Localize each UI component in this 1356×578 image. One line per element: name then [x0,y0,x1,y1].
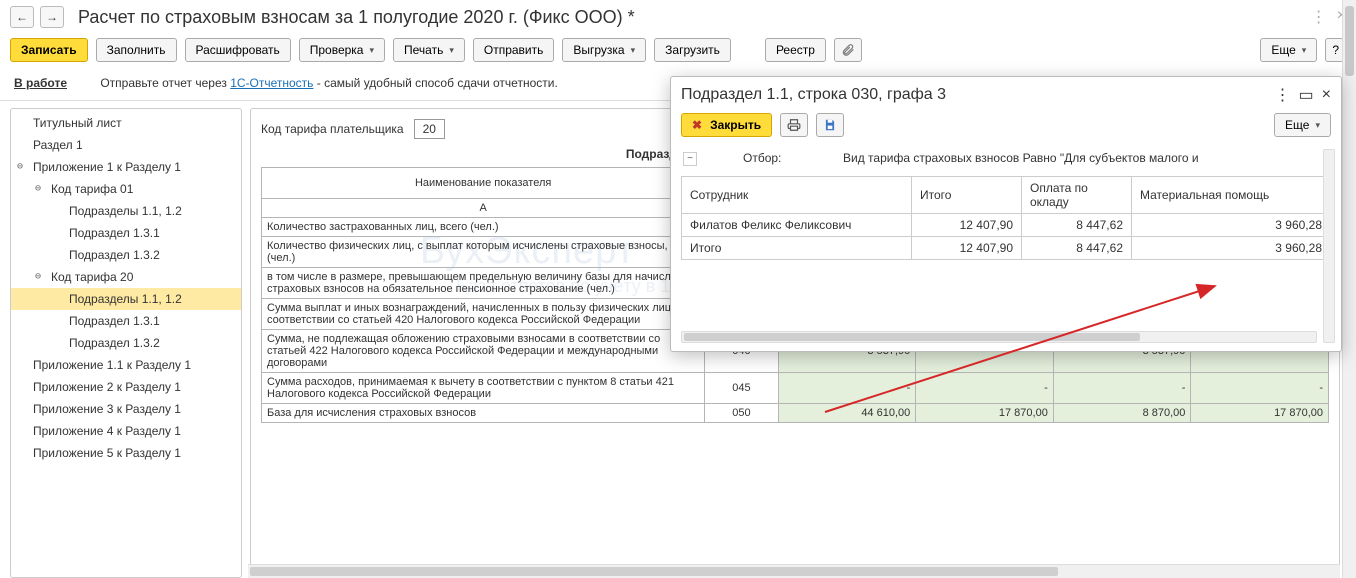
row-name: Количество застрахованных лиц, всего (че… [262,218,705,237]
tariff-label: Код тарифа плательщика [261,122,404,136]
detail-cell-emp: Итого [682,236,912,259]
tariff-code[interactable]: 20 [414,119,445,139]
popup-v-scrollbar[interactable] [1323,149,1335,343]
det-th-aid: Материальная помощь [1132,176,1331,213]
sidebar-item-12[interactable]: Приложение 2 к Разделу 1 [11,376,241,398]
info-text-after: - самый удобный способ сдачи отчетности. [313,76,557,90]
fill-button[interactable]: Заполнить [96,38,177,62]
import-button[interactable]: Загрузить [654,38,731,62]
det-th-total: Итого [912,176,1022,213]
page-scrollbar[interactable] [1342,0,1356,578]
row-value[interactable]: 17 870,00 [916,404,1054,423]
popup-max-icon[interactable]: ▭ [1299,85,1314,105]
nav-back-button[interactable]: ← [10,6,34,28]
sidebar-item-1[interactable]: Раздел 1 [11,134,241,156]
paperclip-icon [841,43,855,57]
row-code: 050 [705,404,778,423]
decode-button[interactable]: Расшифровать [185,38,291,62]
popup-print-button[interactable] [780,113,808,137]
row-name: База для исчисления страховых взносов [262,404,705,423]
registry-button[interactable]: Реестр [765,38,826,62]
sidebar-item-6[interactable]: Подраздел 1.3.2 [11,244,241,266]
row-value[interactable]: - [1191,373,1329,404]
detail-cell-emp: Филатов Феликс Феликсович [682,213,912,236]
detail-popup: Подраздел 1.1, строка 030, графа 3 ⋮ ▭ ×… [670,76,1342,352]
row-name: Количество физических лиц, с выплат кото… [262,237,705,268]
sidebar-item-13[interactable]: Приложение 3 к Разделу 1 [11,398,241,420]
sidebar-item-11[interactable]: Приложение 1.1 к Разделу 1 [11,354,241,376]
row-value[interactable]: 44 610,00 [778,404,916,423]
diskette-icon [823,118,837,132]
content-h-scrollbar[interactable] [248,564,1340,578]
row-code: 045 [705,373,778,404]
row-value[interactable]: - [1053,373,1191,404]
detail-row: Филатов Феликс Феликсович12 407,908 447,… [682,213,1331,236]
popup-save-button[interactable] [816,113,844,137]
sidebar-item-0[interactable]: Титульный лист [11,112,241,134]
sidebar-item-3[interactable]: Код тарифа 01 [11,178,241,200]
detail-table: Сотрудник Итого Оплата по окладу Материа… [681,176,1331,260]
det-th-emp: Сотрудник [682,176,912,213]
detail-cell-aid: 3 960,28 [1132,213,1331,236]
popup-title: Подраздел 1.1, строка 030, графа 3 [681,86,1267,104]
row-value[interactable]: - [916,373,1054,404]
row-name: Сумма расходов, принимаемая к вычету в с… [262,373,705,404]
detail-cell-total: 12 407,90 [912,213,1022,236]
filter-text: Вид тарифа страховых взносов Равно "Для … [843,151,1199,165]
info-text-before: Отправьте отчет через [100,76,230,90]
status-label[interactable]: В работе [14,76,67,90]
table-row: База для исчисления страховых взносов050… [262,404,1329,423]
send-button[interactable]: Отправить [473,38,555,62]
sidebar-item-5[interactable]: Подраздел 1.3.1 [11,222,241,244]
row-name: Сумма выплат и иных вознаграждений, начи… [262,299,705,330]
sidebar-item-7[interactable]: Код тарифа 20 [11,266,241,288]
th-sub-a: А [262,199,705,218]
th-name: Наименование показателя [262,168,705,199]
popup-menu-icon[interactable]: ⋮ [1275,85,1291,105]
popup-close-icon[interactable]: × [1322,86,1331,104]
table-row: Сумма расходов, принимаемая к вычету в с… [262,373,1329,404]
row-value[interactable]: - [778,373,916,404]
info-link[interactable]: 1С-Отчетность [230,76,313,90]
popup-close-button[interactable]: ✖Закрыть [681,113,772,137]
toolbar: Записать Заполнить Расшифровать Проверка… [0,34,1356,70]
sidebar-item-15[interactable]: Приложение 5 к Разделу 1 [11,442,241,464]
popup-more-button[interactable]: Еще [1274,113,1331,137]
sidebar-item-9[interactable]: Подраздел 1.3.1 [11,310,241,332]
export-button[interactable]: Выгрузка [562,38,646,62]
sidebar-item-10[interactable]: Подраздел 1.3.2 [11,332,241,354]
page-title: Расчет по страховым взносам за 1 полугод… [78,7,635,28]
row-value[interactable]: 8 870,00 [1053,404,1191,423]
detail-cell-aid: 3 960,28 [1132,236,1331,259]
filter-label: Отбор: [743,151,803,165]
detail-cell-salary: 8 447,62 [1022,236,1132,259]
section-sidebar: Титульный листРаздел 1Приложение 1 к Раз… [10,108,242,578]
sidebar-item-2[interactable]: Приложение 1 к Разделу 1 [11,156,241,178]
detail-row: Итого12 407,908 447,623 960,28 [682,236,1331,259]
row-value[interactable]: 17 870,00 [1191,404,1329,423]
more-button[interactable]: Еще [1260,38,1317,62]
nav-forward-button[interactable]: → [40,6,64,28]
detail-cell-salary: 8 447,62 [1022,213,1132,236]
row-name: Сумма, не подлежащая обложению страховым… [262,330,705,373]
attach-button[interactable] [834,38,862,62]
sidebar-item-4[interactable]: Подразделы 1.1, 1.2 [11,200,241,222]
sidebar-item-8[interactable]: Подразделы 1.1, 1.2 [11,288,241,310]
print-button[interactable]: Печать [393,38,465,62]
det-th-salary: Оплата по окладу [1022,176,1132,213]
row-name: в том числе в размере, превышающем преде… [262,268,705,299]
sidebar-item-14[interactable]: Приложение 4 к Разделу 1 [11,420,241,442]
check-button[interactable]: Проверка [299,38,385,62]
printer-icon [787,118,801,132]
popup-h-scrollbar[interactable] [681,331,1317,343]
save-button[interactable]: Записать [10,38,88,62]
window-menu-icon[interactable]: ⋮ [1311,7,1327,27]
detail-cell-total: 12 407,90 [912,236,1022,259]
collapse-icon[interactable]: − [683,152,697,166]
